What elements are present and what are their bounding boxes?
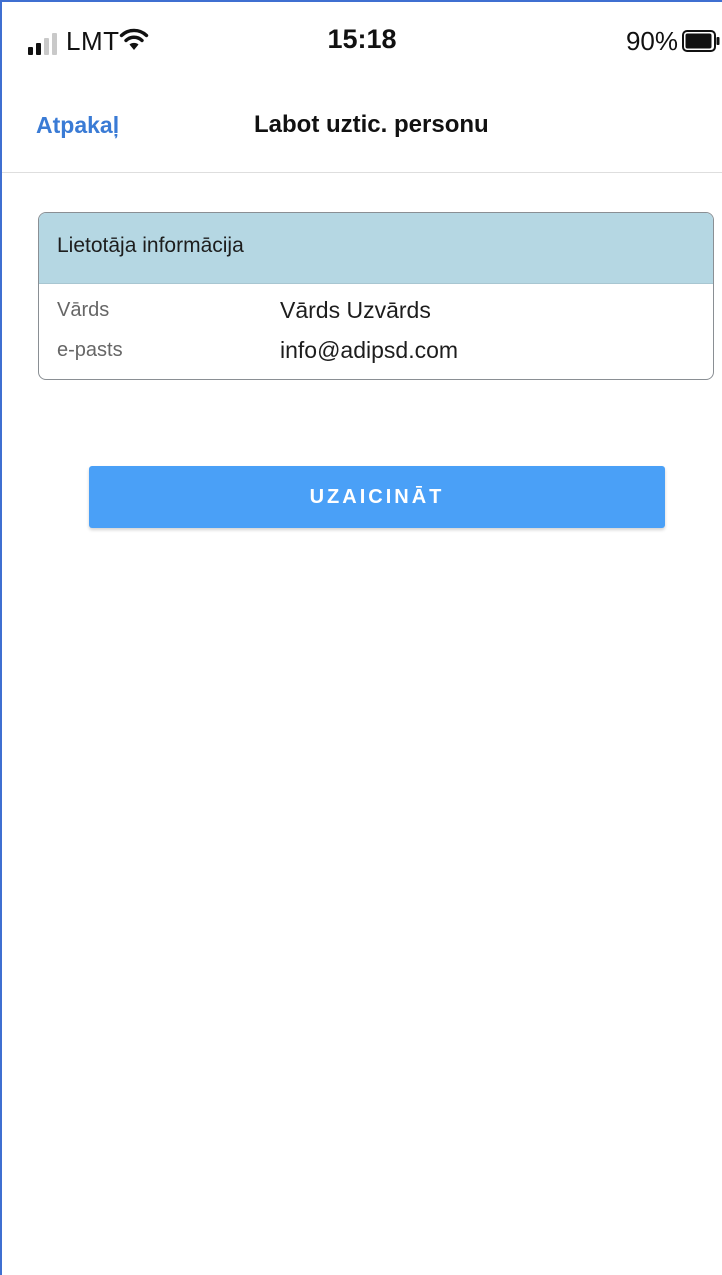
name-row: Vārds Vārds Uzvārds bbox=[39, 297, 713, 335]
user-info-card-header: Lietotāja informācija bbox=[39, 213, 713, 284]
name-label: Vārds bbox=[57, 299, 110, 321]
battery-percentage: 90% bbox=[625, 26, 678, 56]
back-button[interactable]: Atpakaļ bbox=[36, 112, 119, 139]
email-label: e-pasts bbox=[57, 339, 123, 361]
navigation-bar: Atpakaļ Labot uztic. personu bbox=[2, 88, 722, 173]
user-info-card: Lietotāja informācija Vārds Vārds Uzvārd… bbox=[38, 212, 714, 380]
status-clock: 15:18 bbox=[327, 24, 397, 54]
status-bar: LMT 15:18 90% bbox=[2, 2, 722, 88]
email-value: info@adipsd.com bbox=[280, 337, 459, 363]
battery-icon bbox=[682, 30, 720, 52]
app-screen: LMT 15:18 90% Atpakaļ Labot uztic. perso… bbox=[0, 0, 722, 1275]
email-row: e-pasts info@adipsd.com bbox=[39, 337, 713, 375]
page-title: Labot uztic. personu bbox=[254, 111, 489, 138]
invite-button[interactable]: UZAICINĀT bbox=[89, 466, 665, 528]
user-info-card-title: Lietotāja informācija bbox=[57, 234, 244, 257]
name-value: Vārds Uzvārds bbox=[280, 297, 431, 323]
